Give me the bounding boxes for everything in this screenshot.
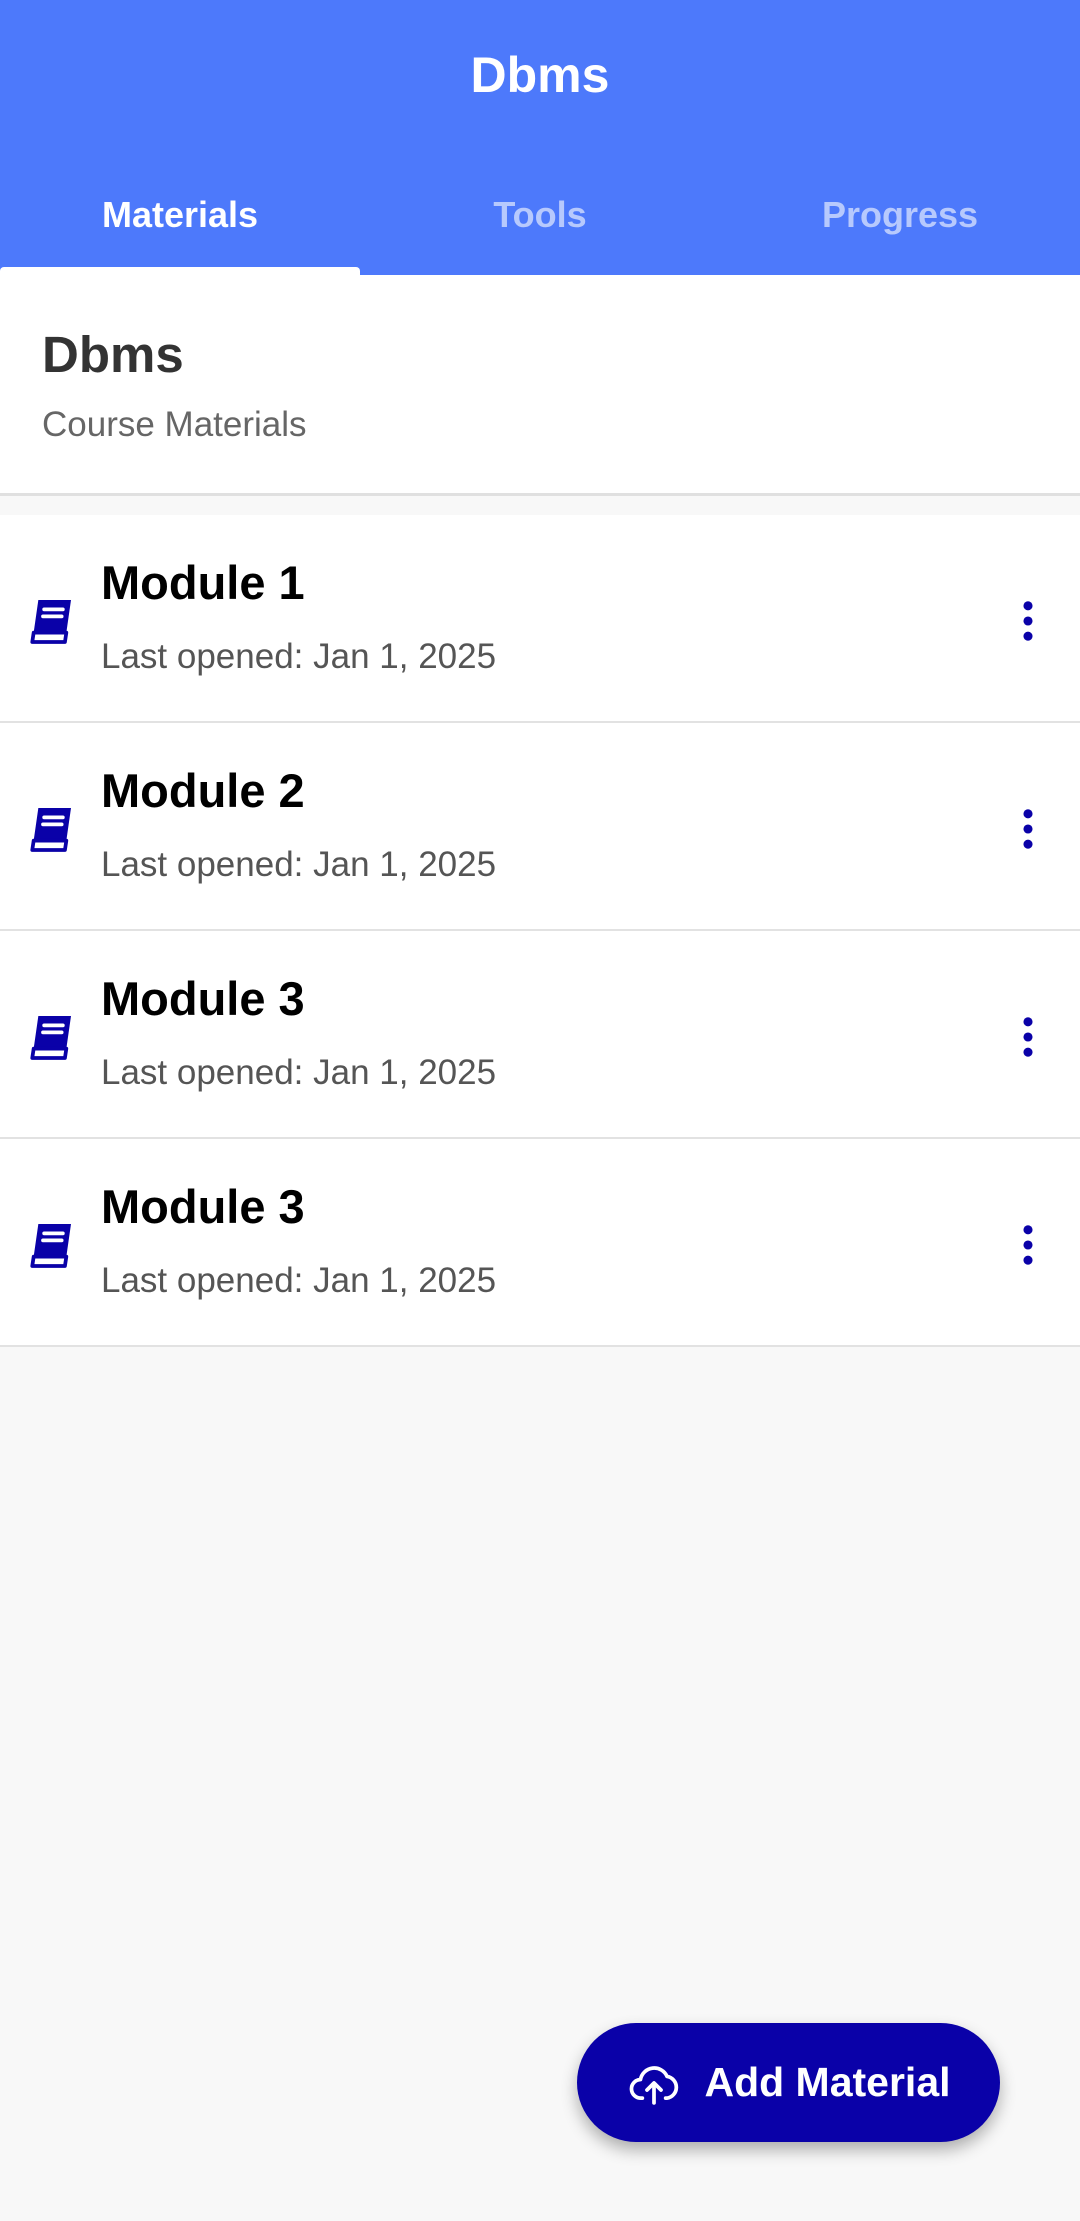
more-vert-icon[interactable] (1002, 801, 1054, 857)
book-icon (30, 600, 71, 644)
app-bar-title: Dbms (470, 47, 610, 103)
tab-label: Progress (821, 194, 979, 235)
module-last-opened: Last opened: Jan 1, 2025 (101, 1261, 497, 1300)
book-icon (30, 808, 71, 852)
more-vert-icon[interactable] (1002, 1217, 1054, 1273)
module-last-opened: Last opened: Jan 1, 2025 (101, 637, 497, 676)
module-list: Module 1 Last opened: Jan 1, 2025 Module… (0, 515, 1080, 1347)
course-header: Dbms Course Materials (0, 275, 1080, 496)
list-item[interactable]: Module 3 Last opened: Jan 1, 2025 (0, 1139, 1080, 1347)
more-vert-icon[interactable] (1002, 1009, 1054, 1065)
tab-label: Tools (493, 194, 587, 235)
module-title: Module 1 (101, 556, 305, 609)
add-material-button[interactable]: Add Material (577, 2023, 1000, 2142)
list-item[interactable]: Module 2 Last opened: Jan 1, 2025 (0, 723, 1080, 931)
list-item[interactable]: Module 3 Last opened: Jan 1, 2025 (0, 931, 1080, 1139)
module-last-opened: Last opened: Jan 1, 2025 (101, 1053, 497, 1092)
course-subtitle: Course Materials (42, 405, 307, 444)
tab-tools[interactable]: Tools (360, 175, 720, 275)
list-item[interactable]: Module 1 Last opened: Jan 1, 2025 (0, 515, 1080, 723)
tab-materials[interactable]: Materials (0, 175, 360, 275)
book-icon (30, 1224, 71, 1268)
module-title: Module 3 (101, 1180, 305, 1233)
tab-progress[interactable]: Progress (720, 175, 1080, 275)
tab-indicator (0, 267, 360, 275)
course-title: Dbms (42, 326, 184, 383)
app-bar: Dbms Materials Tools Progress (0, 0, 1080, 275)
module-title: Module 2 (101, 764, 305, 817)
more-vert-icon[interactable] (1002, 593, 1054, 649)
cloud-upload-icon (630, 2065, 679, 2105)
add-material-label: Add Material (704, 2059, 951, 2105)
book-icon (30, 1016, 71, 1060)
module-last-opened: Last opened: Jan 1, 2025 (101, 845, 497, 884)
module-title: Module 3 (101, 972, 305, 1025)
tab-bar: Materials Tools Progress (0, 175, 1080, 275)
tab-label: Materials (101, 194, 259, 235)
